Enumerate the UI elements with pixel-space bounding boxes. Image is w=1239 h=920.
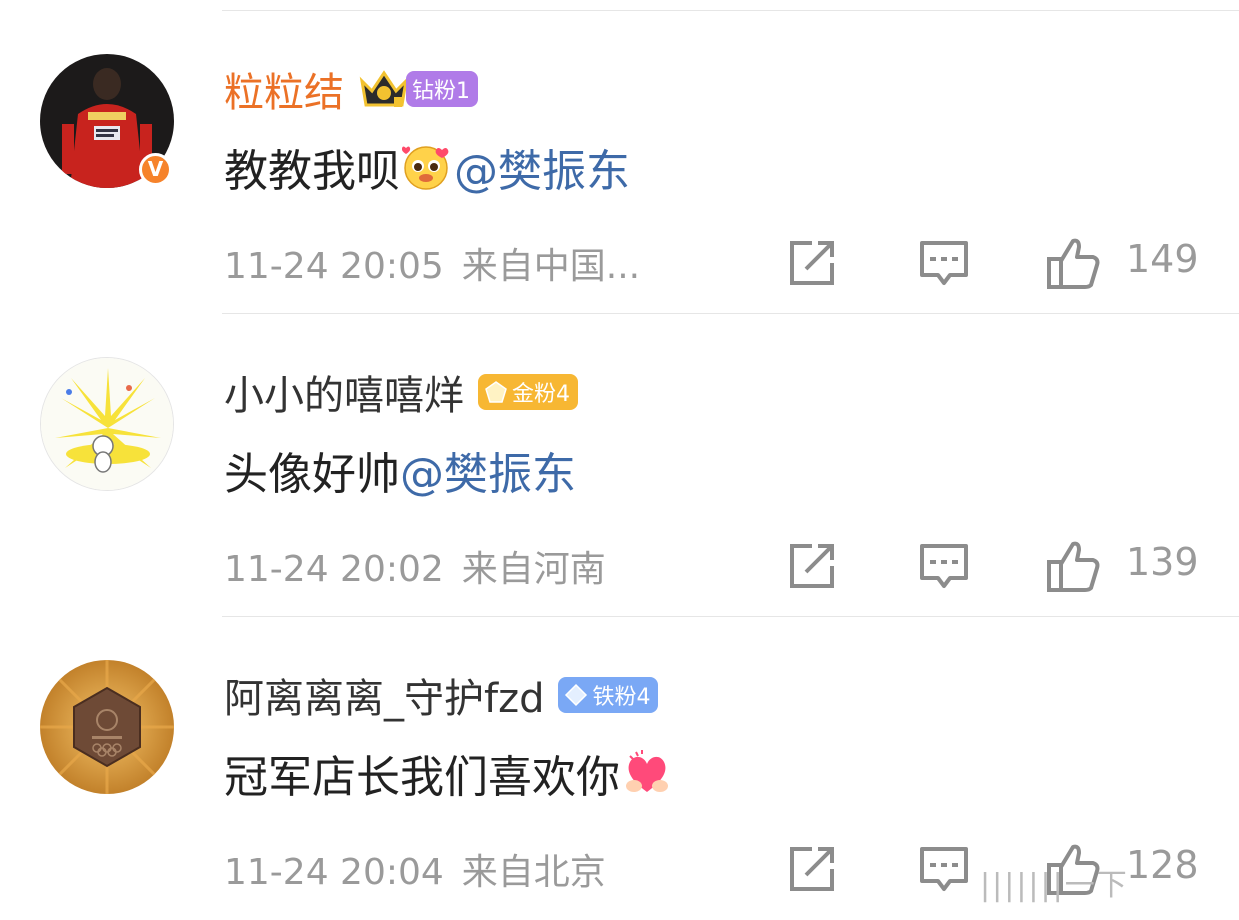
like-count: 149	[1126, 237, 1199, 281]
comment-body: 头像好帅	[224, 449, 400, 500]
comment-item: V 粒粒结 钻粉1 教教我呗 @樊振东 11-24 20:05 来自中国...	[0, 11, 1239, 314]
location: 来自中国...	[461, 246, 641, 287]
share-icon[interactable]	[784, 235, 840, 291]
comment-text: 冠军店长我们喜欢你	[224, 741, 674, 805]
reply-icon[interactable]	[916, 841, 972, 897]
heart-hands-emoji-icon	[626, 750, 668, 792]
mention-link[interactable]: @樊振东	[454, 135, 630, 199]
avatar[interactable]	[40, 357, 174, 491]
comment-text: 教教我呗 @樊振东	[224, 135, 630, 199]
verified-badge: V	[139, 153, 172, 186]
gold-fan-icon	[485, 381, 507, 403]
like-count: 139	[1126, 540, 1199, 584]
fan-badge-label: 金粉4	[512, 382, 570, 407]
comment-meta: 11-24 20:05 来自中国...	[224, 237, 640, 289]
like-count: 128	[1126, 843, 1199, 887]
location: 来自河南	[461, 549, 606, 590]
fan-badge: 铁粉4	[558, 677, 659, 713]
username[interactable]: 小小的嘻嘻烊	[224, 363, 464, 421]
fan-badge-label: 铁粉4	[592, 685, 651, 710]
mention-link[interactable]: @樊振东	[400, 438, 576, 502]
comment-text: 头像好帅 @樊振东	[224, 438, 576, 502]
username[interactable]: 阿离离离_守护fzd	[224, 666, 544, 724]
share-icon[interactable]	[784, 538, 840, 594]
avatar[interactable]: V	[40, 54, 174, 188]
reply-icon[interactable]	[916, 538, 972, 594]
comment-meta: 11-24 20:02 来自河南	[224, 540, 606, 592]
like-icon[interactable]	[1045, 538, 1101, 594]
avatar[interactable]	[40, 660, 174, 794]
pleading-face-emoji-icon	[402, 146, 449, 190]
fan-badge-label: 钻粉1	[412, 79, 470, 104]
username[interactable]: 粒粒结	[224, 60, 344, 118]
fan-badge: 钻粉1	[406, 71, 478, 107]
comment-item: 小小的嘻嘻烊 金粉4 头像好帅 @樊振东 11-24 20:02 来自河南 139	[0, 314, 1239, 617]
comment-meta: 11-24 20:04 来自北京	[224, 843, 606, 895]
watermark: |||||||一下	[980, 868, 1129, 903]
like-icon[interactable]	[1045, 235, 1101, 291]
diamond-icon	[565, 683, 588, 707]
location: 来自北京	[461, 852, 606, 893]
crown-icon	[359, 70, 409, 107]
timestamp: 11-24 20:04	[224, 852, 444, 893]
timestamp: 11-24 20:02	[224, 549, 444, 590]
comment-body: 教教我呗	[224, 146, 400, 197]
reply-icon[interactable]	[916, 235, 972, 291]
comment-body: 冠军店长我们喜欢你	[224, 752, 620, 803]
timestamp: 11-24 20:05	[224, 246, 444, 287]
fan-badge: 金粉4	[478, 374, 578, 410]
share-icon[interactable]	[784, 841, 840, 897]
